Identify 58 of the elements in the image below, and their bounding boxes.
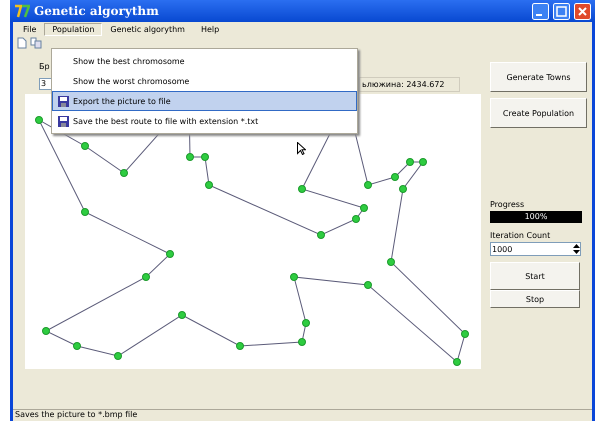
town-dot [142,273,150,281]
menu-item[interactable]: Population [44,22,102,36]
town-dot [290,273,298,281]
town-dot [298,338,306,346]
town-dot [166,250,174,258]
window-title: Genetic algorythm [34,4,160,18]
town-dot [406,158,414,166]
town-dot [387,258,395,266]
town-dot [399,185,407,193]
action-button[interactable]: Generate Towns [490,62,587,92]
town-dot [205,181,213,189]
town-dot [298,185,306,193]
town-dot [364,281,372,289]
menu-item[interactable]: Genetic algorythm [102,22,193,36]
close-button[interactable] [574,2,591,20]
iteration-spin-field[interactable]: 1000 [490,242,581,256]
run-button[interactable]: Start [490,262,580,290]
maximize-button[interactable] [553,2,570,20]
action-button[interactable]: Create Population [490,98,587,128]
town-dot [391,173,399,181]
menu-item[interactable]: Help [192,22,228,36]
town-dot [317,231,325,239]
mouse-pointer-icon [297,142,306,155]
iteration-label: Iteration Count [490,231,552,240]
town-dot [453,358,461,366]
town-dot [302,319,310,327]
town-dot [81,142,89,150]
town-dot [201,153,209,161]
town-dot [186,153,194,161]
route-length-text: ьлюжина: 2434.672 [359,76,460,92]
town-dot [42,327,50,335]
town-dot [114,352,122,360]
progress-reading: 100% [524,212,548,221]
menu-entry[interactable]: Show the best chromosome [52,51,357,71]
field-label: Бр [39,62,50,71]
town-dot [236,342,244,350]
town-dot [352,215,360,223]
menu-entry[interactable]: Save the best route to file with extension *.txt [52,111,357,131]
town-dot [364,181,372,189]
copy-icon[interactable] [30,37,42,49]
spin-arrows-icon[interactable] [573,244,580,254]
town-dot [419,158,427,166]
menu-entry[interactable]: Export the picture to file [52,91,357,111]
town-dot [360,204,368,212]
menu-item[interactable]: File [15,22,44,36]
progress-label: Progress [490,200,526,209]
town-dot [178,311,186,319]
town-dot [120,169,128,177]
menu-entry[interactable]: Show the worst chromosome [52,71,357,91]
app-logo-icon [14,4,30,18]
new-file-icon[interactable] [17,37,27,49]
minimize-button[interactable] [532,2,549,20]
town-dot [73,342,81,350]
run-button[interactable]: Stop [490,290,580,308]
town-dot [461,330,469,338]
town-dot [81,208,89,216]
status-text: Saves the picture to *.bmp file [15,410,138,419]
town-dot [35,116,43,124]
